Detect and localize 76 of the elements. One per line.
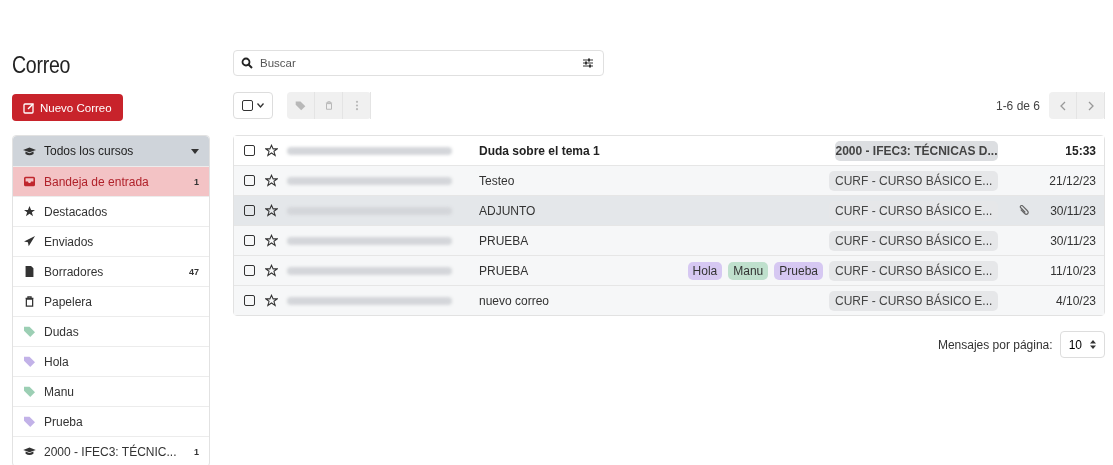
star-icon[interactable]	[265, 234, 278, 247]
search-field[interactable]: Buscar	[233, 50, 604, 76]
message-date: 21/12/23	[1048, 173, 1096, 188]
select-all-dropdown[interactable]	[233, 92, 273, 119]
message-row[interactable]: nuevo correo CURF - CURSO BÁSICO E... 4/10/23	[234, 285, 1104, 315]
message-row[interactable]: ADJUNTO CURF - CURSO BÁSICO E... 30/11/23	[234, 195, 1104, 225]
folder-item[interactable]: Destacados	[13, 196, 209, 226]
course-dropdown[interactable]: Todos los cursos	[13, 136, 209, 166]
message-row[interactable]: Testeo CURF - CURSO BÁSICO E... 21/12/23	[234, 165, 1104, 195]
search-icon	[241, 57, 253, 69]
message-date: 15:33	[1064, 143, 1096, 158]
checkbox[interactable]	[244, 145, 255, 156]
message-subject: Testeo	[479, 173, 516, 188]
graduation-cap-icon	[23, 145, 36, 157]
folder-item[interactable]: Prueba	[13, 406, 209, 436]
chevron-right-icon	[1087, 100, 1094, 111]
page-range: 1-6 de 6	[995, 98, 1040, 113]
star-icon[interactable]	[265, 264, 278, 277]
star-icon[interactable]	[265, 204, 278, 217]
tag-label: Hola	[687, 261, 723, 280]
per-page-label: Mensajes por página:	[937, 337, 1053, 352]
document-icon	[23, 266, 36, 277]
count: 47	[189, 266, 199, 277]
course-label: CURF - CURSO BÁSICO E...	[829, 230, 998, 251]
star-icon[interactable]	[265, 174, 278, 187]
star-icon	[23, 206, 36, 217]
course-label: CURF - CURSO BÁSICO E...	[829, 170, 998, 191]
sort-arrows-icon	[1090, 340, 1096, 349]
message-subject: Duda sobre el tema 1	[479, 143, 601, 158]
folder-item[interactable]: Hola	[13, 346, 209, 376]
message-subject: PRUEBA	[479, 233, 530, 248]
course-label: CURF - CURSO BÁSICO E...	[829, 290, 998, 311]
folder-item[interactable]: 2000 - IFEC3: TÉCNIC... 1	[13, 436, 209, 465]
trash-icon	[323, 100, 334, 111]
checkbox[interactable]	[244, 235, 255, 246]
checkbox[interactable]	[244, 265, 255, 276]
new-mail-button[interactable]: Nuevo Correo	[12, 94, 123, 121]
chevron-down-icon	[257, 103, 264, 108]
tag-label: Prueba	[774, 261, 823, 280]
message-subject: nuevo correo	[479, 293, 551, 308]
message-date: 30/11/23	[1049, 233, 1096, 248]
message-date: 4/10/23	[1054, 293, 1096, 308]
message-date: 11/10/23	[1049, 263, 1096, 278]
folder-item[interactable]: Manu	[13, 376, 209, 406]
message-subject: ADJUNTO	[479, 203, 537, 218]
message-row[interactable]: PRUEBA Hola Manu Prueba CURF - CURSO BÁSICO E... 11/10/23	[234, 255, 1104, 285]
trash-icon	[23, 296, 36, 307]
course-label: 2000 - IFEC3: TÉCNICAS D...	[835, 140, 998, 161]
caret-icon	[191, 148, 199, 154]
tag-icon	[295, 100, 306, 111]
more-icon	[354, 100, 359, 111]
folder-item[interactable]: Enviados	[13, 226, 209, 256]
page-title: Correo	[12, 52, 71, 79]
checkbox[interactable]	[244, 205, 255, 216]
folder-item[interactable]: Dudas	[13, 316, 209, 346]
message-subject: PRUEBA	[479, 263, 530, 278]
folder-item[interactable]: Papelera	[13, 286, 209, 316]
inbox-icon	[23, 176, 36, 187]
count: 1	[194, 176, 199, 187]
folder-item[interactable]: Bandeja de entrada 1	[13, 166, 209, 196]
course-label: CURF - CURSO BÁSICO E...	[829, 260, 998, 281]
compose-icon	[23, 101, 35, 114]
count: 1	[194, 446, 199, 457]
message-date: 30/11/23	[1049, 203, 1096, 218]
star-icon[interactable]	[265, 294, 278, 307]
message-row[interactable]: PRUEBA CURF - CURSO BÁSICO E... 30/11/23	[234, 225, 1104, 255]
per-page-select[interactable]: 10	[1059, 331, 1105, 358]
chevron-left-icon	[1059, 100, 1066, 111]
graduation-cap-icon	[23, 446, 36, 457]
tag-label: Manu	[728, 261, 769, 280]
star-icon[interactable]	[265, 144, 278, 157]
paper-plane-icon	[23, 236, 36, 247]
folder-item[interactable]: Borradores 47	[13, 256, 209, 286]
checkbox[interactable]	[244, 295, 255, 306]
filter-icon[interactable]	[582, 57, 594, 69]
checkbox[interactable]	[244, 175, 255, 186]
